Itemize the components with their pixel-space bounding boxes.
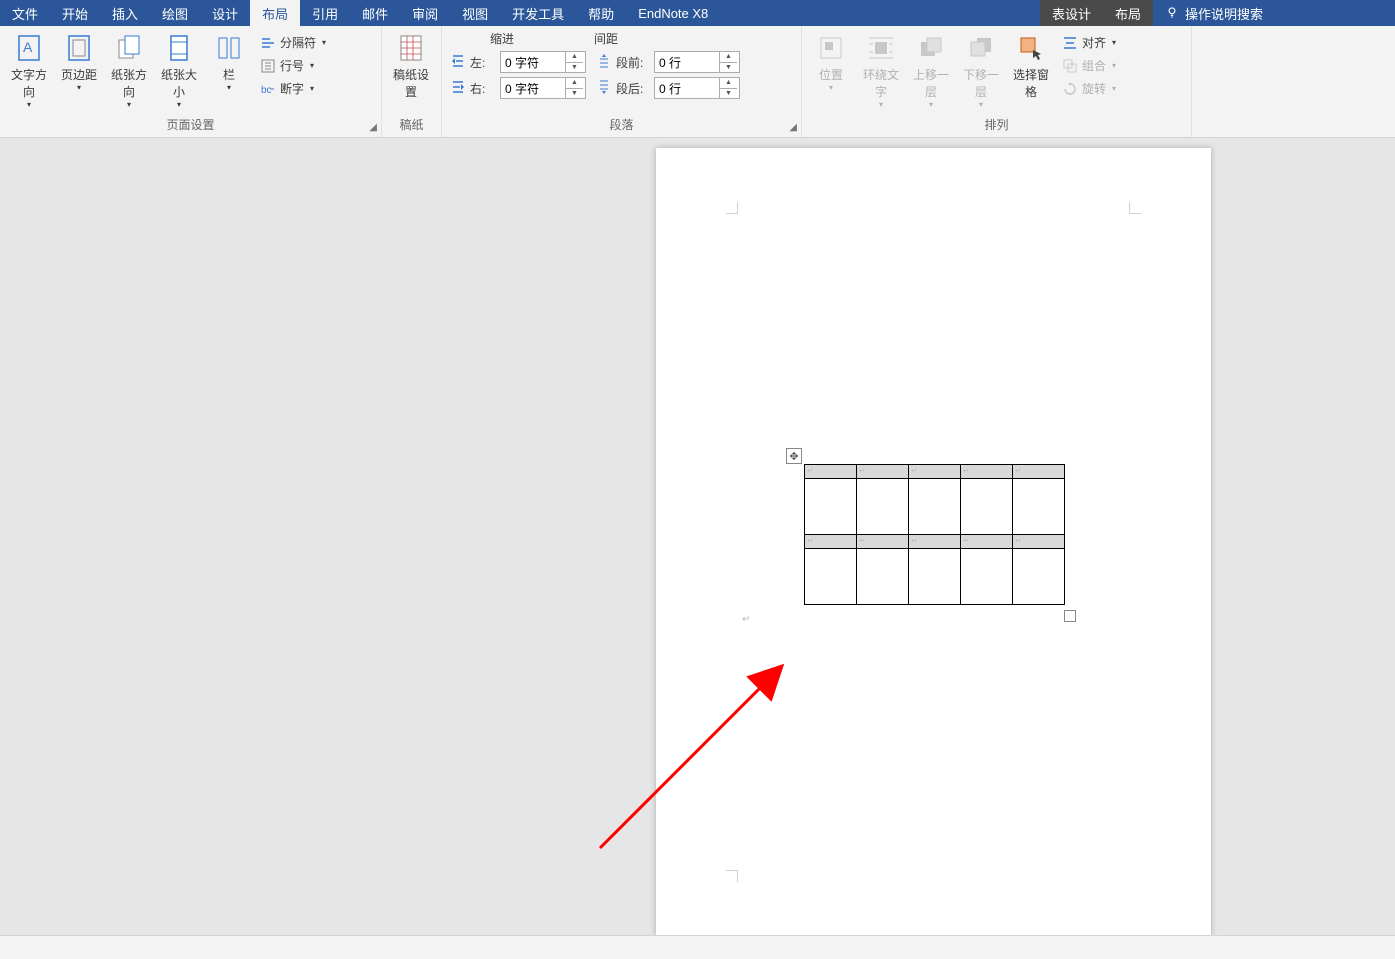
svg-text:bc: bc bbox=[261, 85, 272, 96]
indent-left-icon bbox=[450, 53, 466, 72]
indent-right-input[interactable]: ▲▼ bbox=[500, 77, 586, 99]
tab-layout[interactable]: 布局 bbox=[250, 0, 300, 26]
margin-corner-icon bbox=[726, 202, 738, 214]
text-direction-button[interactable]: A 文字方向▾ bbox=[6, 30, 52, 108]
tab-table-design[interactable]: 表设计 bbox=[1040, 0, 1103, 26]
svg-text:A: A bbox=[23, 39, 33, 55]
columns-button[interactable]: 栏▾ bbox=[206, 30, 252, 91]
line-numbers-button[interactable]: 行号▾ bbox=[256, 55, 330, 76]
group-page-setup: A 文字方向▾ 页边距▾ 纸张方向▾ 纸张大小▾ 栏▾ bbox=[0, 26, 382, 137]
tab-file[interactable]: 文件 bbox=[0, 0, 50, 26]
group-label-arrange: 排列 bbox=[984, 118, 1008, 132]
tell-me-label: 操作说明搜索 bbox=[1185, 4, 1263, 23]
indent-left-input[interactable]: ▲▼ bbox=[500, 51, 586, 73]
margin-corner-icon bbox=[726, 870, 738, 882]
ribbon: A 文字方向▾ 页边距▾ 纸张方向▾ 纸张大小▾ 栏▾ bbox=[0, 26, 1395, 138]
tab-draw[interactable]: 绘图 bbox=[150, 0, 200, 26]
orientation-button[interactable]: 纸张方向▾ bbox=[106, 30, 152, 108]
spacing-before-input[interactable]: ▲▼ bbox=[654, 51, 740, 73]
spacing-after-label: 段后: bbox=[616, 80, 650, 97]
wrap-text-button: 环绕文字▾ bbox=[858, 30, 904, 108]
selection-pane-button[interactable]: 选择窗格 bbox=[1008, 30, 1054, 100]
group-label-manuscript: 稿纸 bbox=[399, 118, 423, 132]
spacing-after-input[interactable]: ▲▼ bbox=[654, 77, 740, 99]
tab-home[interactable]: 开始 bbox=[50, 0, 100, 26]
group-label-paragraph: 段落 bbox=[609, 118, 633, 132]
indent-left-label: 左: bbox=[470, 54, 496, 71]
page-setup-launcher[interactable]: ◢ bbox=[369, 122, 377, 133]
tell-me-search[interactable]: 操作说明搜索 bbox=[1153, 0, 1275, 26]
tab-references[interactable]: 引用 bbox=[300, 0, 350, 26]
paragraph-launcher[interactable]: ◢ bbox=[789, 122, 797, 133]
indent-right-label: 右: bbox=[470, 80, 496, 97]
size-button[interactable]: 纸张大小▾ bbox=[156, 30, 202, 108]
spin-down[interactable]: ▼ bbox=[720, 89, 737, 99]
manuscript-settings-button[interactable]: 稿纸设置 bbox=[388, 30, 434, 100]
group-arrange: 位置▾ 环绕文字▾ 上移一层▾ 下移一层▾ 选择窗格 对齐▾ bbox=[802, 26, 1192, 137]
margins-button[interactable]: 页边距▾ bbox=[56, 30, 102, 91]
table-resize-handle[interactable] bbox=[1064, 610, 1076, 622]
tab-mailings[interactable]: 邮件 bbox=[350, 0, 400, 26]
spin-down[interactable]: ▼ bbox=[720, 63, 737, 73]
tab-help[interactable]: 帮助 bbox=[576, 0, 626, 26]
paragraph-mark-icon: ↵ bbox=[742, 614, 750, 625]
rotate-button: 旋转▾ bbox=[1058, 78, 1120, 99]
indent-right-icon bbox=[450, 79, 466, 98]
document-page[interactable]: ✥ ↵↵↵↵↵ ↵↵↵↵↵ ↵ bbox=[656, 148, 1211, 935]
tab-insert[interactable]: 插入 bbox=[100, 0, 150, 26]
position-button: 位置▾ bbox=[808, 30, 854, 91]
group-paragraph: 缩进 间距 左: ▲▼ 右: bbox=[442, 26, 802, 137]
table-move-handle[interactable]: ✥ bbox=[786, 448, 802, 464]
margin-corner-icon bbox=[1129, 202, 1141, 214]
spacing-before-label: 段前: bbox=[616, 54, 650, 71]
spacing-before-icon bbox=[596, 53, 612, 72]
document-area[interactable]: ✥ ↵↵↵↵↵ ↵↵↵↵↵ ↵ bbox=[0, 138, 1395, 935]
tab-review[interactable]: 审阅 bbox=[400, 0, 450, 26]
tab-design[interactable]: 设计 bbox=[200, 0, 250, 26]
spacing-header: 间距 bbox=[594, 30, 618, 47]
spin-up[interactable]: ▲ bbox=[720, 52, 737, 63]
lightbulb-icon bbox=[1165, 5, 1179, 22]
spin-up[interactable]: ▲ bbox=[566, 78, 583, 89]
spin-down[interactable]: ▼ bbox=[566, 89, 583, 99]
bring-forward-button: 上移一层▾ bbox=[908, 30, 954, 108]
spin-down[interactable]: ▼ bbox=[566, 63, 583, 73]
group-manuscript: 稿纸设置 稿纸 bbox=[382, 26, 442, 137]
hyphenation-button[interactable]: bc 断字▾ bbox=[256, 78, 330, 99]
ribbon-tabs: 文件 开始 插入 绘图 设计 布局 引用 邮件 审阅 视图 开发工具 帮助 En… bbox=[0, 0, 1395, 26]
breaks-button[interactable]: 分隔符▾ bbox=[256, 32, 330, 53]
status-bar bbox=[0, 935, 1395, 959]
spacing-after-icon bbox=[596, 79, 612, 98]
tab-table-layout[interactable]: 布局 bbox=[1103, 0, 1153, 26]
spin-up[interactable]: ▲ bbox=[566, 52, 583, 63]
align-button[interactable]: 对齐▾ bbox=[1058, 32, 1120, 53]
spin-up[interactable]: ▲ bbox=[720, 78, 737, 89]
send-backward-button: 下移一层▾ bbox=[958, 30, 1004, 108]
tab-view[interactable]: 视图 bbox=[450, 0, 500, 26]
group-objects-button: 组合▾ bbox=[1058, 55, 1120, 76]
tab-developer[interactable]: 开发工具 bbox=[500, 0, 576, 26]
document-table[interactable]: ↵↵↵↵↵ ↵↵↵↵↵ bbox=[804, 464, 1065, 605]
indent-header: 缩进 bbox=[490, 30, 514, 47]
tab-endnote[interactable]: EndNote X8 bbox=[626, 0, 720, 26]
group-label-page-setup: 页面设置 bbox=[166, 118, 214, 132]
